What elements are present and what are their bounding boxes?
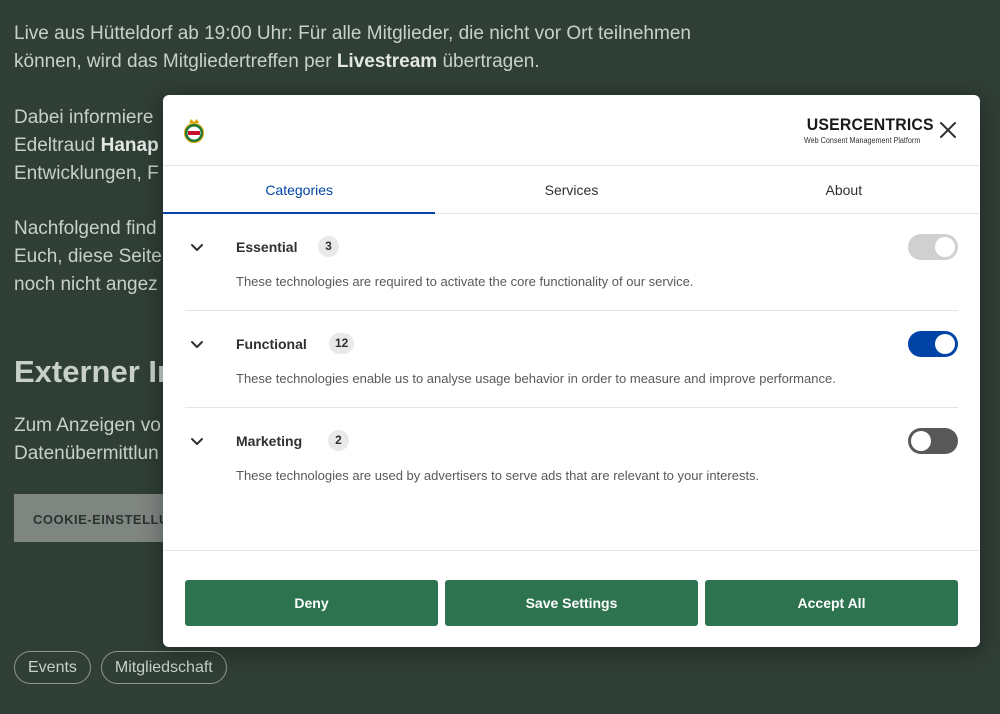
functional-toggle[interactable] bbox=[908, 331, 958, 357]
category-marketing: Marketing 2 These technologies are used … bbox=[185, 408, 958, 505]
info-line-2-bold: Hanap bbox=[100, 135, 159, 156]
external-content-heading: Externer In bbox=[14, 354, 176, 389]
tab-about[interactable]: About bbox=[708, 166, 980, 213]
category-count-badge: 12 bbox=[329, 333, 355, 354]
category-description: These technologies are required to activ… bbox=[236, 274, 694, 289]
modal-footer: Deny Save Settings Accept All bbox=[163, 550, 980, 647]
category-essential: Essential 3 These technologies are requi… bbox=[185, 214, 958, 311]
chevron-down-icon[interactable] bbox=[190, 243, 204, 253]
intro-line-2c: übertragen. bbox=[437, 51, 540, 72]
tab-categories[interactable]: Categories bbox=[163, 166, 436, 214]
deny-button[interactable]: Deny bbox=[185, 580, 438, 626]
info-line-2a: Edeltraud bbox=[14, 135, 101, 156]
tag-list: Events Mitgliedschaft bbox=[14, 651, 227, 684]
category-count-badge: 3 bbox=[318, 236, 339, 257]
category-name: Marketing bbox=[236, 433, 303, 449]
external-line-1: Zum Anzeigen vo bbox=[14, 415, 161, 436]
usercentrics-subtitle: Web Consent Management Platform bbox=[804, 136, 921, 145]
modal-header: USERCENTRICS Web Consent Management Plat… bbox=[163, 95, 980, 166]
followup-line-3: noch nicht angez bbox=[14, 274, 158, 295]
close-icon[interactable] bbox=[939, 121, 957, 139]
external-line-2: Datenübermittlun bbox=[14, 443, 159, 464]
essential-toggle[interactable] bbox=[908, 234, 958, 260]
marketing-toggle[interactable] bbox=[908, 428, 958, 454]
followup-line-1: Nachfolgend find bbox=[14, 218, 157, 239]
intro-paragraph: Live aus Hütteldorf ab 19:00 Uhr: Für al… bbox=[14, 20, 774, 76]
category-name: Essential bbox=[236, 239, 298, 255]
tag-mitgliedschaft[interactable]: Mitgliedschaft bbox=[100, 651, 227, 684]
club-crest-icon bbox=[184, 119, 204, 143]
save-settings-button[interactable]: Save Settings bbox=[445, 580, 698, 626]
tab-services[interactable]: Services bbox=[435, 166, 707, 213]
category-count-badge: 2 bbox=[328, 430, 349, 451]
category-name: Functional bbox=[236, 336, 307, 352]
category-list: Essential 3 These technologies are requi… bbox=[163, 214, 980, 505]
info-line-3: Entwicklungen, F bbox=[14, 163, 159, 184]
intro-line-1: Live aus Hütteldorf ab 19:00 Uhr: Für al… bbox=[14, 23, 691, 44]
category-description: These technologies enable us to analyse … bbox=[236, 371, 836, 386]
chevron-down-icon[interactable] bbox=[190, 437, 204, 447]
accept-all-button[interactable]: Accept All bbox=[705, 580, 958, 626]
intro-line-2a: können, wird das Mitgliedertreffen per bbox=[14, 51, 337, 72]
usercentrics-logo: USERCENTRICS Web Consent Management Plat… bbox=[804, 115, 934, 145]
usercentrics-name: USERCENTRICS bbox=[806, 115, 934, 134]
consent-modal: USERCENTRICS Web Consent Management Plat… bbox=[163, 95, 980, 647]
chevron-down-icon[interactable] bbox=[190, 340, 204, 350]
tag-events[interactable]: Events bbox=[14, 651, 91, 684]
category-description: These technologies are used by advertise… bbox=[236, 468, 760, 483]
tab-bar: Categories Services About bbox=[163, 166, 980, 214]
followup-line-2: Euch, diese Seite bbox=[14, 246, 162, 267]
info-line-1: Dabei informiere bbox=[14, 107, 154, 128]
category-functional: Functional 12 These technologies enable … bbox=[185, 311, 958, 408]
livestream-text: Livestream bbox=[336, 51, 438, 72]
